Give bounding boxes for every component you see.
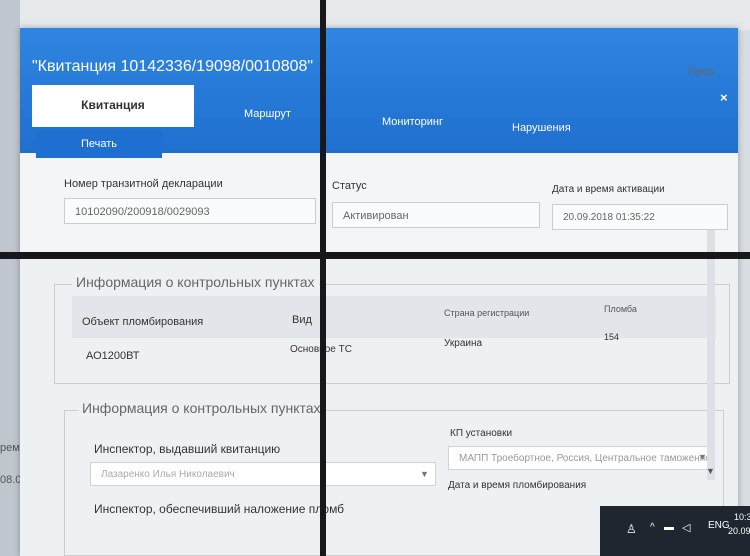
background-label: Прор	[688, 66, 715, 78]
tab-receipt[interactable]: Квитанция	[32, 85, 194, 127]
activation-field[interactable]: 20.09.2018 01:35:22	[552, 204, 728, 230]
tab-violations[interactable]: Нарушения	[512, 122, 571, 134]
seal-date-label: Дата и время пломбирования	[448, 480, 587, 491]
column-header: Вид	[292, 314, 312, 326]
background-page-top	[0, 0, 750, 30]
tab-route[interactable]: Маршрут	[244, 108, 291, 120]
inspector-select[interactable]: Лазаренко Илья Николаевич	[90, 462, 436, 486]
chevron-up-icon[interactable]: ^	[650, 522, 655, 533]
modal-scrollbar[interactable]	[707, 230, 715, 480]
clock-time[interactable]: 10:3	[734, 512, 750, 522]
chevron-down-icon[interactable]: ▼	[698, 452, 707, 462]
clock-date[interactable]: 20.09.	[728, 526, 750, 536]
background-page-left	[0, 0, 20, 556]
scroll-down-icon[interactable]: ▼	[706, 466, 715, 476]
status-field[interactable]: Активирован	[332, 202, 540, 228]
activation-label: Дата и время активации	[552, 184, 665, 195]
section-legend: Информация о контрольных пунктах	[78, 400, 325, 416]
section-legend: Информация о контрольных пунктах	[72, 274, 319, 290]
screen-bezel-horizontal	[0, 252, 750, 259]
modal-title: "Квитанция 10142336/19098/0010808"	[32, 58, 314, 75]
column-header: Страна регистрации	[444, 308, 530, 318]
cell-country: Украина	[444, 338, 483, 349]
cell-seal: 154	[604, 332, 620, 342]
chevron-down-icon[interactable]: ▼	[420, 469, 429, 479]
screen-bezel-vertical	[320, 0, 326, 556]
language-indicator[interactable]: ENG	[708, 520, 730, 531]
print-button[interactable]: Печать	[36, 130, 162, 158]
declaration-label: Номер транзитной декларации	[64, 178, 223, 190]
network-icon[interactable]: ▬	[664, 522, 674, 533]
kp-select[interactable]: МАПП Троебортное, Россия, Центральное та…	[448, 446, 712, 470]
people-icon[interactable]: ♙	[626, 522, 637, 536]
declaration-field[interactable]: 10102090/200918/0029093	[64, 198, 316, 224]
inspector-label: Инспектор, выдавший квитанцию	[94, 442, 281, 456]
status-label: Статус	[332, 180, 367, 192]
speaker-icon[interactable]: ◁	[682, 521, 690, 534]
cell-object: АО1200ВТ	[86, 350, 140, 362]
close-button[interactable]: ×	[720, 90, 728, 105]
column-header: Объект пломбирования	[82, 316, 204, 328]
taskbar: ♙ ^ ▬ ◁ ENG 10:3 20.09.	[600, 506, 750, 556]
tab-monitoring[interactable]: Мониторинг	[382, 116, 443, 128]
column-header: Пломба	[604, 304, 637, 314]
kp-label: КП установки	[450, 428, 513, 439]
inspector2-label: Инспектор, обеспечивший наложение пломб	[94, 502, 345, 516]
receipt-modal: "Квитанция 10142336/19098/0010808" × Кви…	[20, 28, 738, 556]
